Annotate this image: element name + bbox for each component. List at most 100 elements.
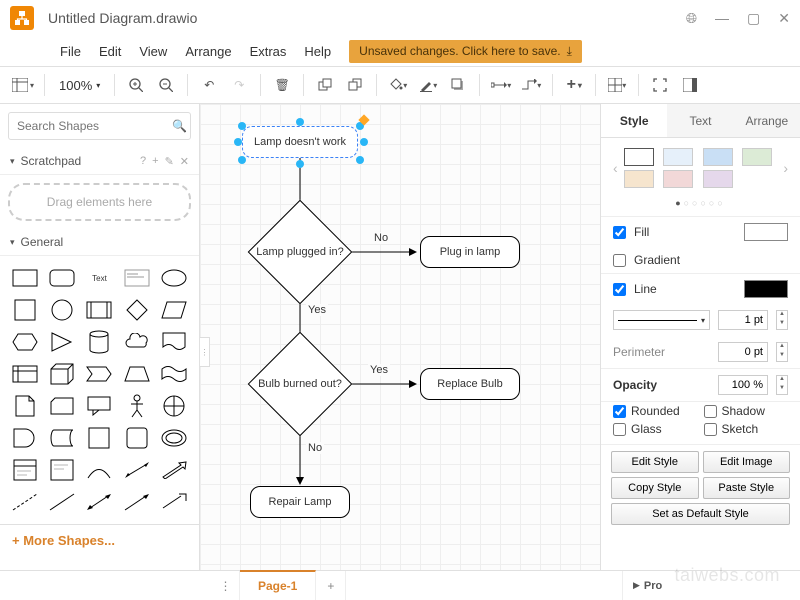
delete-button[interactable]: 🗑	[269, 72, 295, 98]
shadow-check[interactable]: Shadow	[704, 404, 789, 418]
shape-rounded[interactable]	[45, 264, 78, 292]
shape-square[interactable]	[8, 296, 41, 324]
swatch[interactable]	[624, 170, 654, 188]
scratchpad-drop[interactable]: Drag elements here	[8, 183, 191, 221]
shape-arrow-both[interactable]	[120, 456, 153, 484]
shape-process[interactable]	[83, 296, 116, 324]
canvas[interactable]: ⋮ Lamp doesn't work Lamp plugged in? No …	[200, 104, 600, 570]
swatch-next[interactable]: ›	[781, 160, 790, 176]
zoom-out-button[interactable]	[153, 72, 179, 98]
swatch[interactable]	[703, 170, 733, 188]
search-input[interactable]	[17, 119, 172, 133]
undo-button[interactable]: ↶	[196, 72, 222, 98]
swatch-pager[interactable]: ●○○○○○	[601, 198, 800, 217]
table-button[interactable]: ▾	[604, 72, 630, 98]
shape-link[interactable]	[158, 488, 191, 516]
sketch-check[interactable]: Sketch	[704, 422, 789, 436]
line-style-select[interactable]: ▾	[613, 310, 710, 330]
shape-dashed[interactable]	[8, 488, 41, 516]
shape-cylinder[interactable]	[83, 328, 116, 356]
add-icon[interactable]: +	[152, 155, 158, 167]
search-shapes[interactable]: 🔍	[8, 112, 191, 140]
edit-style-button[interactable]: Edit Style	[611, 451, 699, 473]
opacity-stepper[interactable]: ▲▼	[776, 375, 788, 395]
tab-style[interactable]: Style	[601, 104, 667, 137]
tab-arrange[interactable]: Arrange	[734, 104, 800, 137]
swatch[interactable]	[663, 170, 693, 188]
shape-document[interactable]	[158, 328, 191, 356]
pages-menu[interactable]: ⋮	[212, 571, 240, 600]
shadow-button[interactable]	[445, 72, 471, 98]
shape-list[interactable]	[8, 456, 41, 484]
shape-triangle[interactable]	[45, 328, 78, 356]
menu-edit[interactable]: Edit	[99, 44, 121, 59]
shape-card[interactable]	[45, 392, 78, 420]
paste-style-button[interactable]: Paste Style	[703, 477, 791, 499]
menu-help[interactable]: Help	[304, 44, 331, 59]
swatch[interactable]	[742, 148, 772, 166]
shape-note[interactable]	[8, 392, 41, 420]
zoom-in-button[interactable]	[123, 72, 149, 98]
chevron-down-icon[interactable]: ▾	[10, 156, 15, 167]
shape-circle[interactable]	[45, 296, 78, 324]
line-color[interactable]	[744, 280, 788, 298]
shape-callout[interactable]	[83, 392, 116, 420]
node-plug-in[interactable]: Plug in lamp	[420, 236, 520, 268]
copy-style-button[interactable]: Copy Style	[611, 477, 699, 499]
shape-list2[interactable]	[45, 456, 78, 484]
edit-image-button[interactable]: Edit Image	[703, 451, 791, 473]
shape-or[interactable]	[158, 392, 191, 420]
shape-actor[interactable]	[120, 392, 153, 420]
format-panel-button[interactable]	[677, 72, 703, 98]
fill-color-button[interactable]: ▾	[385, 72, 411, 98]
shape-curve[interactable]	[83, 456, 116, 484]
properties-toggle[interactable]: ▶Pro	[622, 571, 800, 600]
shape-arrow-bi[interactable]	[83, 488, 116, 516]
shape-arrow-thick[interactable]	[158, 456, 191, 484]
shape-rect[interactable]	[8, 264, 41, 292]
shape-text[interactable]: Text	[83, 264, 116, 292]
node-repair[interactable]: Repair Lamp	[250, 486, 350, 518]
rounded-check[interactable]: Rounded	[613, 404, 698, 418]
perimeter-input[interactable]	[718, 342, 768, 362]
shape-line[interactable]	[45, 488, 78, 516]
shape-diamond[interactable]	[120, 296, 153, 324]
node-decision-1[interactable]: Lamp plugged in?	[263, 215, 337, 289]
redo-button[interactable]: ↷	[226, 72, 252, 98]
fullscreen-button[interactable]	[647, 72, 673, 98]
menu-arrange[interactable]: Arrange	[185, 44, 231, 59]
page-tab[interactable]: Page-1	[240, 570, 316, 600]
menu-file[interactable]: File	[60, 44, 81, 59]
shape-hexagon[interactable]	[8, 328, 41, 356]
line-width-input[interactable]	[718, 310, 768, 330]
tab-text[interactable]: Text	[667, 104, 733, 137]
shape-step[interactable]	[83, 360, 116, 388]
fill-checkbox[interactable]	[613, 226, 626, 239]
add-page-button[interactable]: +	[316, 571, 346, 600]
swatch[interactable]	[663, 148, 693, 166]
shape-and[interactable]	[8, 424, 41, 452]
minimize-button[interactable]: —	[715, 10, 729, 26]
globe-icon[interactable]: 🌐︎	[686, 10, 697, 27]
shape-cloud[interactable]	[120, 328, 153, 356]
help-icon[interactable]: ?	[140, 155, 146, 167]
shape-container[interactable]	[83, 424, 116, 452]
to-front-button[interactable]	[312, 72, 338, 98]
node-start[interactable]: Lamp doesn't work	[242, 126, 358, 158]
gradient-checkbox[interactable]	[613, 254, 626, 267]
node-replace[interactable]: Replace Bulb	[420, 368, 520, 400]
shape-parallelogram[interactable]	[158, 296, 191, 324]
collapse-left-handle[interactable]: ⋮	[200, 337, 210, 367]
menu-extras[interactable]: Extras	[250, 44, 287, 59]
node-decision-2[interactable]: Bulb burned out?	[263, 347, 337, 421]
edit-icon[interactable]: ✎	[165, 155, 174, 168]
shape-textbox[interactable]	[120, 264, 153, 292]
maximize-button[interactable]: ▢	[747, 10, 760, 27]
save-banner[interactable]: Unsaved changes. Click here to save.⤓	[349, 40, 582, 63]
menu-view[interactable]: View	[139, 44, 167, 59]
fill-color[interactable]	[744, 223, 788, 241]
shape-trapezoid[interactable]	[120, 360, 153, 388]
shape-datastore[interactable]	[45, 424, 78, 452]
close-button[interactable]: ✕	[778, 10, 790, 27]
opacity-input[interactable]	[718, 375, 768, 395]
